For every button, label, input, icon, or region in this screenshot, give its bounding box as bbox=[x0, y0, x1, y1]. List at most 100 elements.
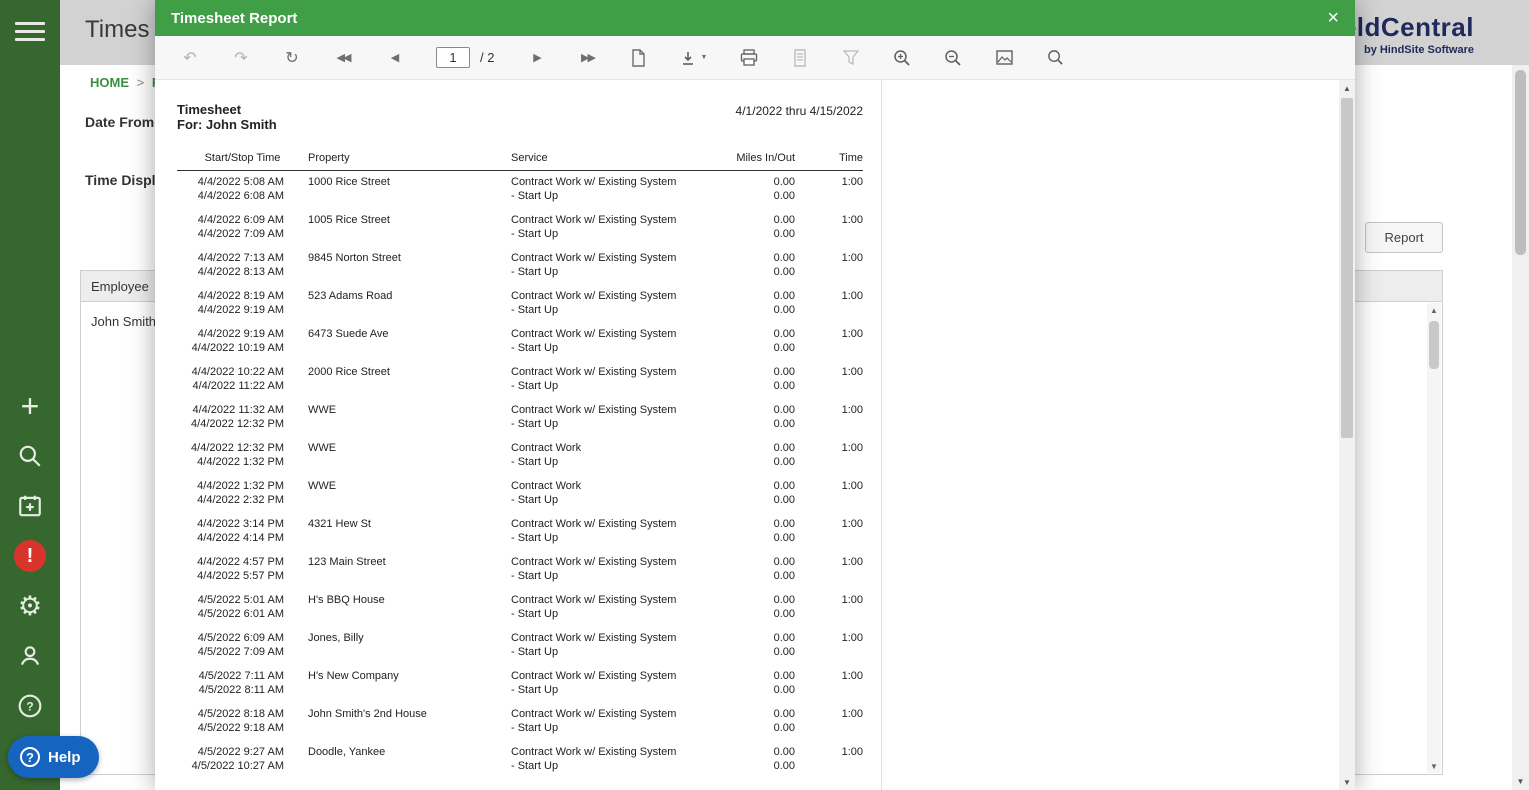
cell-service: Contract Work - Start Up bbox=[511, 442, 582, 468]
timesheet-table: Start/Stop Time Property Service Miles I… bbox=[177, 148, 863, 779]
search-in-report-button[interactable] bbox=[1046, 47, 1064, 69]
search-icon bbox=[1048, 50, 1063, 65]
scroll-down-icon[interactable]: ▼ bbox=[1512, 773, 1529, 790]
page-number-group: / 2 bbox=[436, 47, 494, 68]
cell-miles: 0.00 0.00 bbox=[773, 670, 795, 696]
text-document-icon bbox=[794, 48, 807, 67]
account-button[interactable] bbox=[0, 636, 60, 676]
table-row: 4/4/2022 8:19 AM 4/4/2022 9:19 AM 523 Adam… bbox=[177, 285, 863, 323]
page-total-label: / 2 bbox=[480, 50, 495, 65]
previous-page-icon: ◀ bbox=[390, 52, 400, 64]
question-icon: ? bbox=[20, 747, 40, 767]
document-icon bbox=[632, 48, 646, 67]
cell-time: 1:00 bbox=[841, 670, 863, 682]
cell-miles: 0.00 0.00 bbox=[773, 214, 795, 240]
cell-time: 1:00 bbox=[841, 480, 863, 492]
employee-panel-scrollbar[interactable]: ▲ ▼ bbox=[1427, 303, 1441, 773]
cell-miles: 0.00 0.00 bbox=[773, 290, 795, 316]
search-button[interactable] bbox=[0, 436, 60, 476]
undo-icon: ↶ bbox=[183, 49, 197, 67]
cell-miles: 0.00 0.00 bbox=[773, 404, 795, 430]
last-page-button[interactable]: ▶▶ bbox=[578, 47, 596, 69]
page-number-input[interactable] bbox=[436, 47, 470, 68]
cell-service: Contract Work w/ Existing System - Start … bbox=[511, 594, 677, 620]
zoom-out-button[interactable] bbox=[944, 47, 962, 69]
add-button[interactable]: + bbox=[0, 386, 60, 426]
filter-button[interactable] bbox=[842, 47, 860, 69]
text-view-button[interactable] bbox=[791, 47, 809, 69]
report-scrollbar[interactable]: ▲ ▼ bbox=[1339, 80, 1355, 790]
cell-property: H's New Company bbox=[308, 670, 399, 682]
download-button[interactable]: ▼ bbox=[680, 47, 707, 69]
cell-miles: 0.00 0.00 bbox=[773, 328, 795, 354]
cell-start-stop: 4/4/2022 12:32 PM 4/4/2022 1:32 PM bbox=[191, 442, 284, 468]
cell-miles: 0.00 0.00 bbox=[773, 252, 795, 278]
modal-title: Timesheet Report bbox=[171, 9, 298, 27]
cell-property: H's BBQ House bbox=[308, 594, 385, 606]
document-button[interactable] bbox=[629, 47, 647, 69]
cell-service: Contract Work w/ Existing System - Start … bbox=[511, 632, 677, 658]
close-icon[interactable]: × bbox=[1327, 8, 1339, 28]
cell-miles: 0.00 0.00 bbox=[773, 632, 795, 658]
breadcrumb: HOME > R bbox=[90, 75, 161, 90]
person-icon bbox=[20, 646, 40, 666]
page-scrollbar[interactable]: ▼ bbox=[1512, 65, 1529, 790]
cell-start-stop: 4/4/2022 7:13 AM 4/4/2022 8:13 AM bbox=[197, 252, 284, 278]
scroll-up-icon[interactable]: ▲ bbox=[1339, 80, 1355, 96]
cell-time: 1:00 bbox=[841, 366, 863, 378]
cell-miles: 0.00 0.00 bbox=[773, 366, 795, 392]
settings-button[interactable]: ⚙ bbox=[0, 586, 60, 626]
scrollbar-thumb[interactable] bbox=[1515, 70, 1526, 255]
table-row: 4/4/2022 3:14 PM 4/4/2022 4:14 PM 4321 Hew… bbox=[177, 513, 863, 551]
cell-time: 1:00 bbox=[841, 404, 863, 416]
help-label: Help bbox=[48, 748, 81, 766]
cell-property: WWE bbox=[308, 404, 337, 416]
cell-miles: 0.00 0.00 bbox=[773, 708, 795, 734]
cell-start-stop: 4/4/2022 10:22 AM 4/4/2022 11:22 AM bbox=[191, 366, 284, 392]
calendar-plus-icon bbox=[19, 495, 41, 517]
cell-service: Contract Work w/ Existing System - Start … bbox=[511, 518, 677, 544]
cell-property: John Smith's 2nd House bbox=[308, 708, 427, 720]
search-icon bbox=[19, 445, 41, 467]
table-row: 4/4/2022 6:09 AM 4/4/2022 7:09 AM 1005 Ric… bbox=[177, 209, 863, 247]
date-from-label: Date From bbox=[85, 114, 155, 130]
schedule-add-button[interactable] bbox=[0, 486, 60, 526]
scrollbar-thumb[interactable] bbox=[1341, 98, 1353, 438]
alerts-button[interactable]: ! bbox=[0, 536, 60, 576]
first-page-button[interactable]: ◀◀ bbox=[334, 47, 352, 69]
next-page-button[interactable]: ▶ bbox=[527, 47, 545, 69]
menu-hamburger-icon[interactable] bbox=[15, 22, 45, 44]
previous-page-button[interactable]: ◀ bbox=[385, 47, 403, 69]
brand-name: eldCentral bbox=[1341, 12, 1474, 42]
zoom-in-button[interactable] bbox=[893, 47, 911, 69]
refresh-icon: ↻ bbox=[285, 49, 299, 67]
table-row: 4/4/2022 10:22 AM 4/4/2022 11:22 AM 2000 R… bbox=[177, 361, 863, 399]
image-icon bbox=[996, 50, 1013, 65]
cell-service: Contract Work w/ Existing System - Start … bbox=[511, 252, 677, 278]
scroll-up-icon[interactable]: ▲ bbox=[1427, 303, 1441, 317]
report-button[interactable]: Report bbox=[1365, 222, 1443, 253]
cell-start-stop: 4/4/2022 4:57 PM 4/4/2022 5:57 PM bbox=[197, 556, 284, 582]
scrollbar-thumb[interactable] bbox=[1429, 321, 1439, 369]
undo-button[interactable]: ↶ bbox=[181, 47, 199, 69]
zoom-in-icon bbox=[894, 49, 911, 66]
cell-service: Contract Work w/ Existing System - Start … bbox=[511, 214, 677, 240]
refresh-button[interactable]: ↻ bbox=[283, 47, 301, 69]
table-row: 4/5/2022 8:18 AM 4/5/2022 9:18 AM John Smi… bbox=[177, 703, 863, 741]
cell-time: 1:00 bbox=[841, 746, 863, 758]
fit-view-button[interactable] bbox=[995, 47, 1013, 69]
breadcrumb-home-link[interactable]: HOME bbox=[90, 75, 129, 90]
scroll-down-icon[interactable]: ▼ bbox=[1339, 774, 1355, 790]
cell-time: 1:00 bbox=[841, 632, 863, 644]
support-button[interactable]: ? bbox=[0, 686, 60, 726]
help-button[interactable]: ? Help bbox=[8, 736, 99, 778]
table-row: 4/4/2022 4:57 PM 4/4/2022 5:57 PM 123 Main… bbox=[177, 551, 863, 589]
redo-button[interactable]: ↷ bbox=[232, 47, 250, 69]
alert-icon: ! bbox=[14, 540, 46, 572]
app-root: Times eldCentral by HindSite Software HO… bbox=[0, 0, 1529, 790]
cell-miles: 0.00 0.00 bbox=[773, 442, 795, 468]
report-page: Timesheet For: John Smith 4/1/2022 thru … bbox=[177, 102, 863, 779]
print-button[interactable] bbox=[740, 47, 758, 69]
scroll-down-icon[interactable]: ▼ bbox=[1427, 759, 1441, 773]
breadcrumb-separator: > bbox=[136, 75, 145, 90]
